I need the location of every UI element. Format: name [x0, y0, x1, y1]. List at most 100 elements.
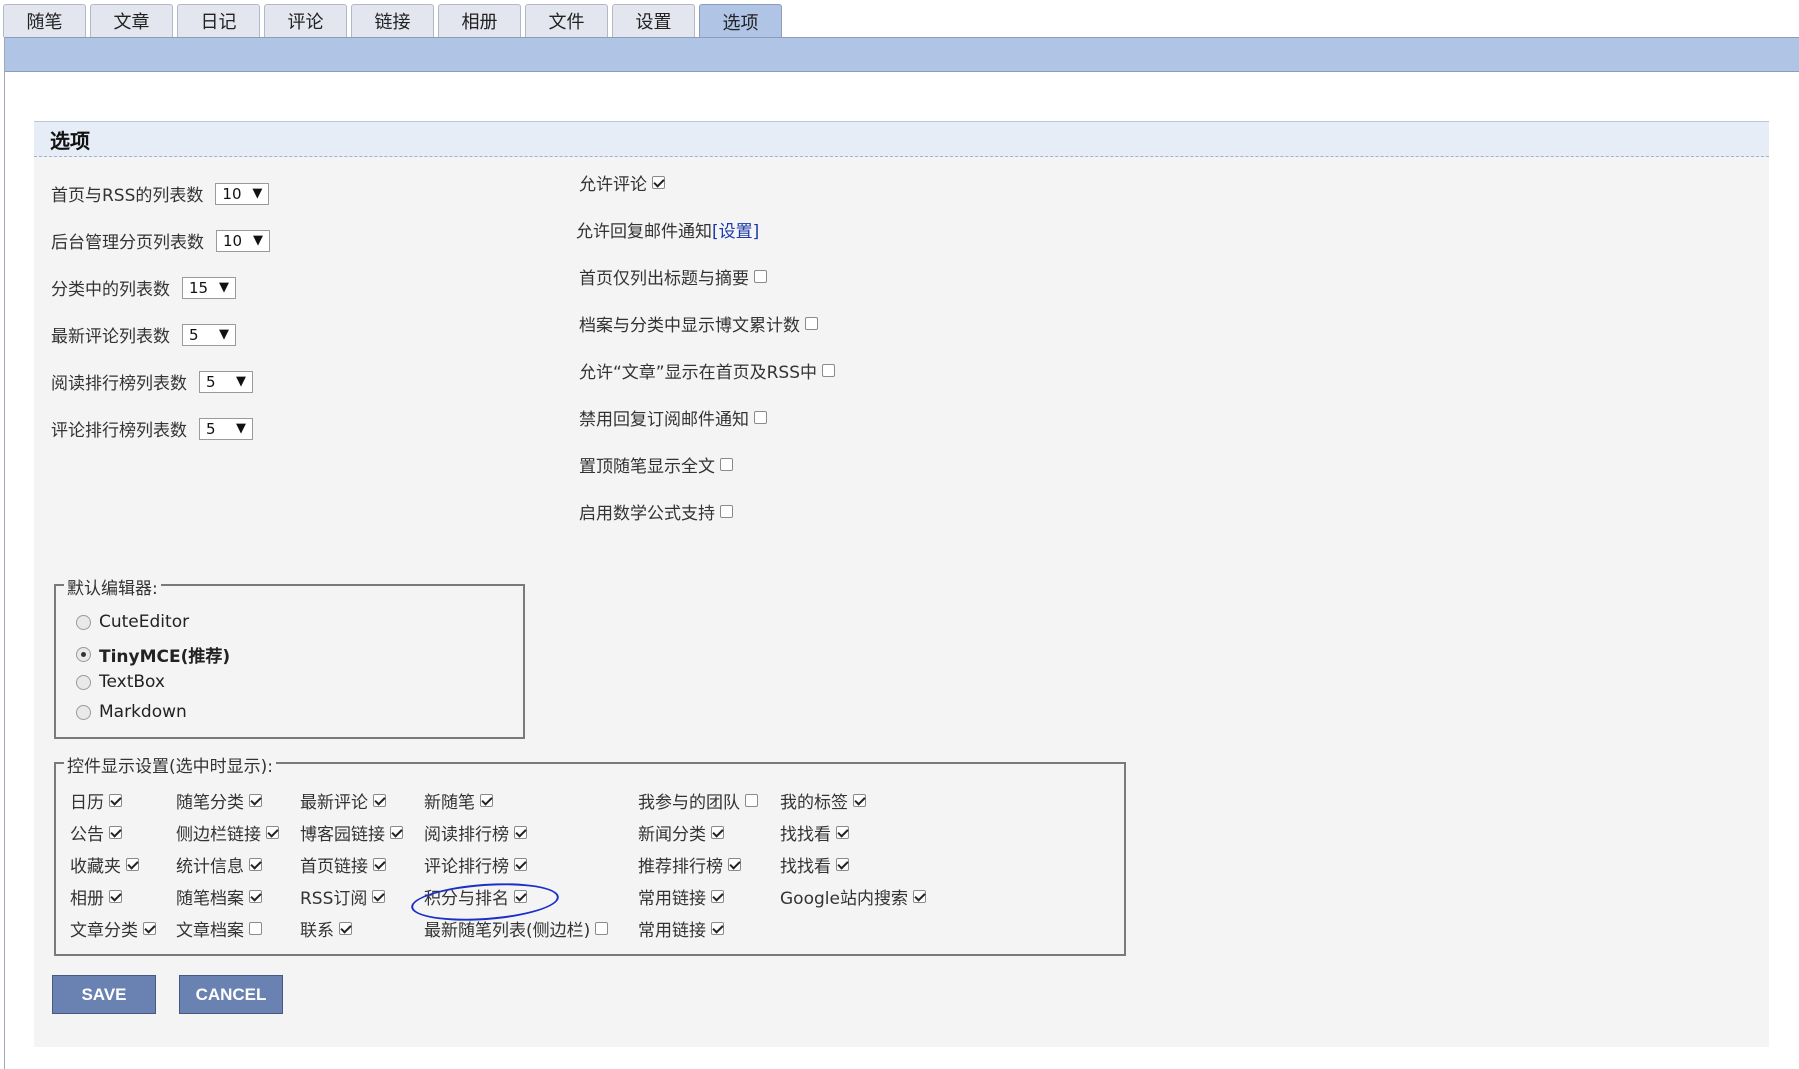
widget-news-category: 新闻分类	[638, 820, 724, 845]
math-support-checkbox[interactable]	[720, 505, 733, 518]
setting-recent-comments-count: 最新评论列表数 5 ▼	[51, 322, 236, 347]
google-search-checkbox[interactable]	[912, 890, 926, 903]
cuteeditor-radio[interactable]	[76, 614, 91, 630]
favorites-checkbox[interactable]	[126, 858, 139, 871]
read-rank-count-select[interactable]: 5 ▼	[199, 370, 253, 393]
setting-label: 首页与RSS的列表数	[51, 186, 204, 206]
notice-checkbox[interactable]	[109, 826, 122, 839]
widget-latest-essay-list: 最新随笔列表(侧边栏)	[424, 916, 609, 941]
widget-common-links-1: 常用链接	[638, 884, 724, 909]
editor-option-cuteeditor[interactable]: CuteEditor	[76, 612, 189, 632]
comment-ranking-checkbox[interactable]	[514, 858, 527, 871]
widget-display-group: 控件显示设置(选中时显示): 日历 公告 收藏夹 相册 文章分类 随笔分类 侧边…	[54, 752, 1126, 956]
sidebar-links-checkbox[interactable]	[266, 826, 279, 839]
statistics-checkbox[interactable]	[249, 858, 262, 871]
tab-comments[interactable]: 评论	[264, 4, 347, 37]
tab-settings[interactable]: 设置	[612, 4, 695, 37]
widget-statistics: 统计信息	[176, 852, 262, 877]
articles-on-home-checkbox[interactable]	[822, 364, 836, 377]
editor-option-textbox[interactable]: TextBox	[76, 672, 165, 692]
home-links-checkbox[interactable]	[373, 858, 386, 871]
widget-home-links: 首页链接	[300, 852, 386, 877]
default-editor-legend: 默认编辑器:	[64, 574, 161, 599]
search-1-checkbox[interactable]	[836, 826, 849, 839]
new-essays-checkbox[interactable]	[480, 794, 493, 807]
tab-options[interactable]: 选项	[699, 4, 782, 39]
option-disable-reply-subscribe: 禁用回复订阅邮件通知	[579, 405, 767, 430]
widget-search-1: 找找看	[780, 820, 849, 845]
essay-category-checkbox[interactable]	[249, 794, 262, 807]
widget-read-ranking: 阅读排行榜	[424, 820, 527, 845]
widget-favorites: 收藏夹	[70, 852, 139, 877]
dropdown-arrow-icon: ▼	[236, 374, 246, 389]
widget-notice: 公告	[70, 820, 122, 845]
home-summary-only-checkbox[interactable]	[754, 270, 767, 283]
editor-option-tinymce[interactable]: TinyMCE(推荐)	[76, 642, 230, 667]
setting-admin-page-count: 后台管理分页列表数 10 ▼	[51, 228, 270, 253]
page-left-border	[4, 37, 5, 1069]
editor-option-markdown[interactable]: Markdown	[76, 702, 187, 722]
score-rank-checkbox[interactable]	[514, 890, 527, 903]
save-button[interactable]: SAVE	[52, 975, 156, 1014]
article-archive-checkbox[interactable]	[249, 922, 262, 935]
widget-essay-category: 随笔分类	[176, 788, 262, 813]
widget-my-tags: 我的标签	[780, 788, 866, 813]
news-category-checkbox[interactable]	[711, 826, 724, 839]
option-articles-on-home: 允许“文章”显示在首页及RSS中	[579, 358, 836, 383]
tab-files[interactable]: 文件	[525, 4, 608, 37]
widget-score-rank: 积分与排名	[424, 884, 527, 909]
tab-links[interactable]: 链接	[351, 4, 434, 37]
admin-page-count-select[interactable]: 10 ▼	[216, 229, 270, 252]
setting-comment-rank-count: 评论排行榜列表数 5 ▼	[51, 416, 253, 441]
recommend-ranking-checkbox[interactable]	[728, 858, 741, 871]
category-count-select[interactable]: 15 ▼	[182, 276, 236, 299]
common-links-1-checkbox[interactable]	[711, 890, 724, 903]
option-math-support: 启用数学公式支持	[579, 499, 733, 524]
album-checkbox[interactable]	[109, 890, 122, 903]
setting-label: 最新评论列表数	[51, 327, 170, 347]
latest-essay-list-checkbox[interactable]	[595, 922, 609, 935]
disable-reply-subscribe-checkbox[interactable]	[754, 411, 767, 424]
setting-read-rank-count: 阅读排行榜列表数 5 ▼	[51, 369, 253, 394]
recent-comments-checkbox[interactable]	[373, 794, 386, 807]
tab-diary[interactable]: 日记	[177, 4, 260, 37]
reply-email-settings-link[interactable]: [设置]	[712, 217, 759, 242]
allow-comments-checkbox[interactable]	[652, 176, 665, 189]
my-teams-checkbox[interactable]	[745, 794, 758, 807]
textbox-radio[interactable]	[76, 674, 91, 690]
widget-recommend-ranking: 推荐排行榜	[638, 852, 741, 877]
widget-display-legend: 控件显示设置(选中时显示):	[64, 752, 276, 777]
option-sticky-full-text: 置顶随笔显示全文	[579, 452, 733, 477]
cancel-button[interactable]: CANCEL	[179, 975, 283, 1014]
rss-subscribe-checkbox[interactable]	[372, 890, 386, 903]
default-editor-group: 默认编辑器: CuteEditor TinyMCE(推荐) TextBox Ma…	[54, 574, 525, 739]
essay-archive-checkbox[interactable]	[249, 890, 262, 903]
widget-cnblogs-links: 博客园链接	[300, 820, 403, 845]
home-rss-count-select[interactable]: 10 ▼	[215, 182, 270, 205]
options-panel: 选项 首页与RSS的列表数 10 ▼ 后台管理分页列表数 10 ▼ 分类中的列表数 …	[34, 121, 1769, 1047]
cnblogs-links-checkbox[interactable]	[390, 826, 403, 839]
calendar-checkbox[interactable]	[109, 794, 122, 807]
recent-comments-count-select[interactable]: 5 ▼	[182, 323, 236, 346]
comment-rank-count-select[interactable]: 5 ▼	[199, 417, 253, 440]
tab-articles[interactable]: 文章	[90, 4, 173, 37]
setting-label: 分类中的列表数	[51, 280, 170, 300]
common-links-2-checkbox[interactable]	[711, 922, 724, 935]
archive-post-count-checkbox[interactable]	[805, 317, 818, 330]
contact-checkbox[interactable]	[339, 922, 352, 935]
setting-label: 评论排行榜列表数	[51, 421, 187, 441]
search-2-checkbox[interactable]	[836, 858, 849, 871]
dropdown-arrow-icon: ▼	[252, 186, 263, 201]
tab-essays[interactable]: 随笔	[3, 4, 86, 37]
markdown-radio[interactable]	[76, 704, 91, 720]
tinymce-radio[interactable]	[76, 647, 91, 662]
widget-rss-subscribe: RSS订阅	[300, 884, 386, 909]
article-category-checkbox[interactable]	[143, 922, 156, 935]
sticky-full-text-checkbox[interactable]	[720, 458, 733, 471]
widget-article-archive: 文章档案	[176, 916, 262, 941]
my-tags-checkbox[interactable]	[853, 794, 866, 807]
read-ranking-checkbox[interactable]	[514, 826, 527, 839]
tab-album[interactable]: 相册	[438, 4, 521, 37]
option-archive-post-count: 档案与分类中显示博文累计数	[579, 311, 818, 336]
widget-google-search: Google站内搜索	[780, 884, 926, 909]
